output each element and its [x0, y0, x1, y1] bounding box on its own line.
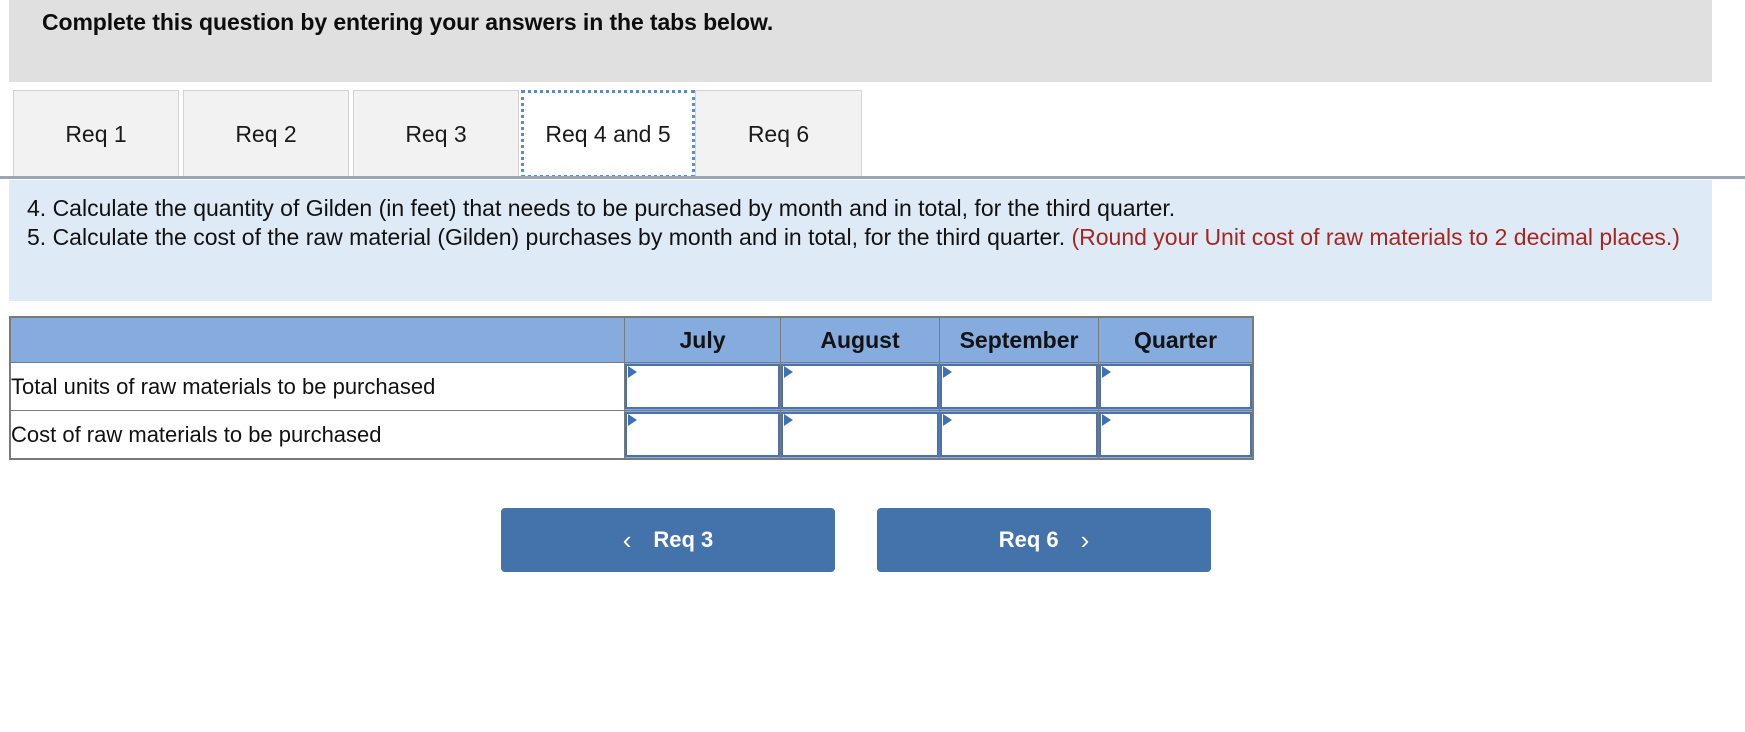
chevron-right-icon: › [1080, 525, 1090, 555]
requirement-tabs: Req 1 Req 2 Req 3 Req 4 and 5 Req 6 [0, 90, 1745, 180]
tab-label: Req 6 [747, 120, 810, 147]
tab-req-2[interactable]: Req 2 [183, 90, 349, 178]
input-total-units-august[interactable] [781, 364, 939, 409]
column-header-august: August [780, 316, 940, 363]
tab-req-3[interactable]: Req 3 [353, 90, 519, 178]
column-header-july: July [624, 316, 781, 363]
input-cost-quarter[interactable] [1099, 412, 1252, 457]
tab-divider-rule [0, 176, 1745, 179]
instruction-line-5-text: 5. Calculate the cost of the raw materia… [27, 224, 1072, 250]
answer-cell-container [939, 410, 1099, 460]
input-total-units-september[interactable] [940, 364, 1098, 409]
instruction-line-5: 5. Calculate the cost of the raw materia… [27, 223, 1694, 252]
input-cost-august[interactable] [781, 412, 939, 457]
prev-req-label: Req 3 [653, 527, 714, 552]
table-header-row: July August September Quarter [9, 316, 1254, 363]
navigation-bar: ‹ Req 3 Req 6 › [0, 508, 1745, 578]
tab-label: Req 1 [65, 120, 127, 147]
row-label-cost: Cost of raw materials to be purchased [9, 410, 625, 460]
tab-label: Req 4 and 5 [545, 120, 671, 147]
table-row: Total units of raw materials to be purch… [9, 362, 1254, 411]
answer-cell-container [780, 362, 940, 411]
next-req-label: Req 6 [998, 527, 1059, 552]
next-req-button[interactable]: Req 6 › [877, 508, 1211, 572]
column-header-blank [9, 316, 625, 363]
answer-cell-container [780, 410, 940, 460]
tab-req-1[interactable]: Req 1 [13, 90, 179, 178]
answer-table: July August September Quarter Total unit… [9, 316, 1254, 460]
answer-cell-container [939, 362, 1099, 411]
tab-req-4-and-5[interactable]: Req 4 and 5 [521, 90, 695, 178]
tab-req-6[interactable]: Req 6 [695, 90, 862, 178]
answer-cell-container [1098, 410, 1254, 460]
column-header-quarter: Quarter [1098, 316, 1254, 363]
chevron-left-icon: ‹ [622, 525, 632, 555]
instruction-banner: Complete this question by entering your … [9, 0, 1712, 82]
column-header-september: September [939, 316, 1099, 363]
tab-label: Req 3 [405, 120, 467, 147]
row-label-total-units: Total units of raw materials to be purch… [9, 362, 625, 411]
input-total-units-quarter[interactable] [1099, 364, 1252, 409]
instruction-line-4: 4. Calculate the quantity of Gilden (in … [27, 195, 1176, 221]
answer-cell-container [1098, 362, 1254, 411]
input-total-units-july[interactable] [625, 364, 780, 409]
tab-label: Req 2 [235, 120, 297, 147]
prev-req-button[interactable]: ‹ Req 3 [501, 508, 835, 572]
input-cost-september[interactable] [940, 412, 1098, 457]
page-title: Complete this question by entering your … [42, 9, 774, 35]
input-cost-july[interactable] [625, 412, 780, 457]
requirement-instructions: 4. Calculate the quantity of Gilden (in … [9, 180, 1712, 301]
answer-cell-container [624, 410, 781, 460]
rounding-note: (Round your Unit cost of raw materials t… [1071, 224, 1680, 250]
answer-cell-container [624, 362, 781, 411]
table-row: Cost of raw materials to be purchased [9, 410, 1254, 460]
